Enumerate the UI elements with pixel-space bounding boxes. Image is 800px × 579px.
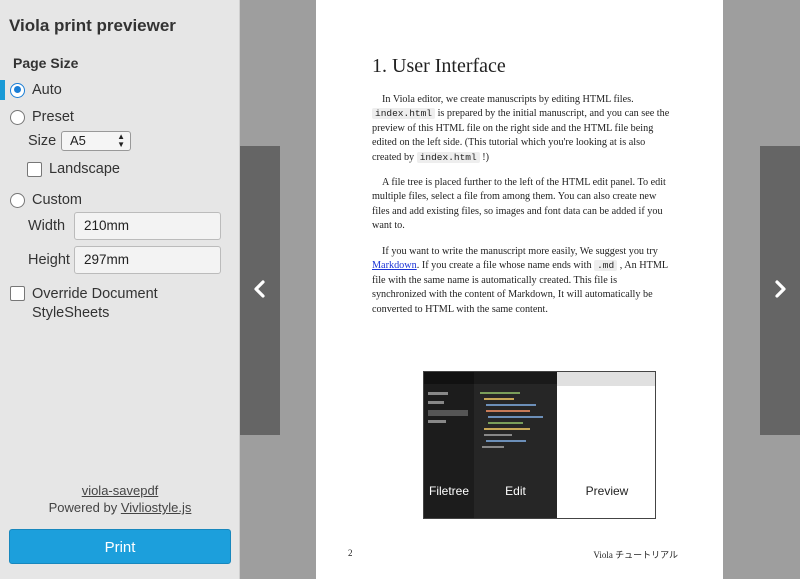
radio-custom-label: Custom	[32, 192, 82, 208]
page-heading: 1. User Interface	[372, 55, 506, 77]
figure-label-edit: Edit	[505, 484, 526, 498]
width-input[interactable]: 210mm	[74, 212, 221, 240]
p1-text-1: In Viola editor, we create manuscripts b…	[382, 94, 634, 105]
print-button[interactable]: Print	[9, 529, 231, 564]
page-size-heading: Page Size	[13, 55, 79, 71]
editor-screenshot-figure: Filetree Edit Preview	[423, 371, 656, 519]
paragraph-3: If you want to write the manuscript more…	[372, 245, 672, 317]
p1-text-3: !)	[479, 151, 490, 163]
paragraph-1: In Viola editor, we create manuscripts b…	[372, 93, 672, 165]
size-select[interactable]: A5 ▲ ▼	[61, 131, 131, 151]
code-md: .md	[594, 260, 618, 272]
figure-preview-toolbar	[557, 372, 655, 386]
radio-auto-label: Auto	[32, 82, 62, 98]
figure-label-preview: Preview	[585, 484, 629, 498]
code-index-html: index.html	[416, 151, 480, 163]
radio-preset[interactable]: Preset	[10, 109, 74, 125]
p3-text-1: If you want to write the manuscript more…	[382, 246, 658, 257]
size-select-value: A5	[70, 133, 86, 148]
paragraph-2: A file tree is placed further to the lef…	[372, 177, 666, 232]
size-label: Size	[28, 133, 57, 149]
override-label: Override Document StyleSheets	[32, 285, 158, 323]
chevron-right-icon	[775, 280, 786, 298]
powered-by: Powered by Vivliostyle.js	[0, 500, 240, 515]
vivliostyle-link[interactable]: Vivliostyle.js	[121, 500, 192, 515]
override-label-line1: Override Document	[32, 286, 158, 302]
height-label: Height	[28, 252, 70, 268]
height-input[interactable]: 297mm	[74, 246, 221, 274]
override-checkbox[interactable]	[10, 286, 25, 301]
prev-page-button[interactable]	[240, 146, 280, 435]
landscape-checkbox-row[interactable]: Landscape	[27, 161, 120, 177]
radio-checked-icon[interactable]	[10, 82, 25, 98]
radio-unchecked-icon[interactable]	[10, 192, 25, 208]
preview-page: 1. User Interface In Viola editor, we cr…	[316, 0, 723, 579]
page-number: 2	[348, 548, 353, 558]
powered-by-prefix: Powered by	[48, 500, 121, 515]
p3-text-2: . If you create a file whose name ends w…	[416, 260, 595, 272]
code-index-html: index.html	[372, 108, 436, 120]
radio-unchecked-icon[interactable]	[10, 109, 25, 125]
sidebar: Viola print previewer Page Size Auto Pre…	[0, 0, 240, 579]
override-label-line2: StyleSheets	[32, 305, 110, 321]
active-option-indicator	[0, 80, 5, 100]
landscape-label: Landscape	[49, 161, 120, 177]
radio-custom[interactable]: Custom	[10, 192, 82, 208]
width-label: Width	[28, 218, 66, 234]
radio-auto[interactable]: Auto	[10, 82, 62, 98]
markdown-link[interactable]: Markdown	[372, 260, 417, 271]
next-page-button[interactable]	[760, 146, 800, 435]
running-footer: Viola チュートリアル	[593, 550, 678, 560]
override-stylesheets-row[interactable]: Override Document StyleSheets	[10, 285, 158, 323]
app-title: Viola print previewer	[9, 16, 176, 35]
landscape-checkbox[interactable]	[27, 162, 42, 177]
select-arrows-icon: ▲ ▼	[117, 132, 125, 149]
chevron-left-icon	[254, 280, 265, 298]
savepdf-link[interactable]: viola-savepdf	[82, 483, 159, 498]
radio-preset-label: Preset	[32, 109, 74, 125]
savepdf-link-row: viola-savepdf	[0, 483, 240, 498]
figure-label-filetree: Filetree	[428, 484, 469, 498]
